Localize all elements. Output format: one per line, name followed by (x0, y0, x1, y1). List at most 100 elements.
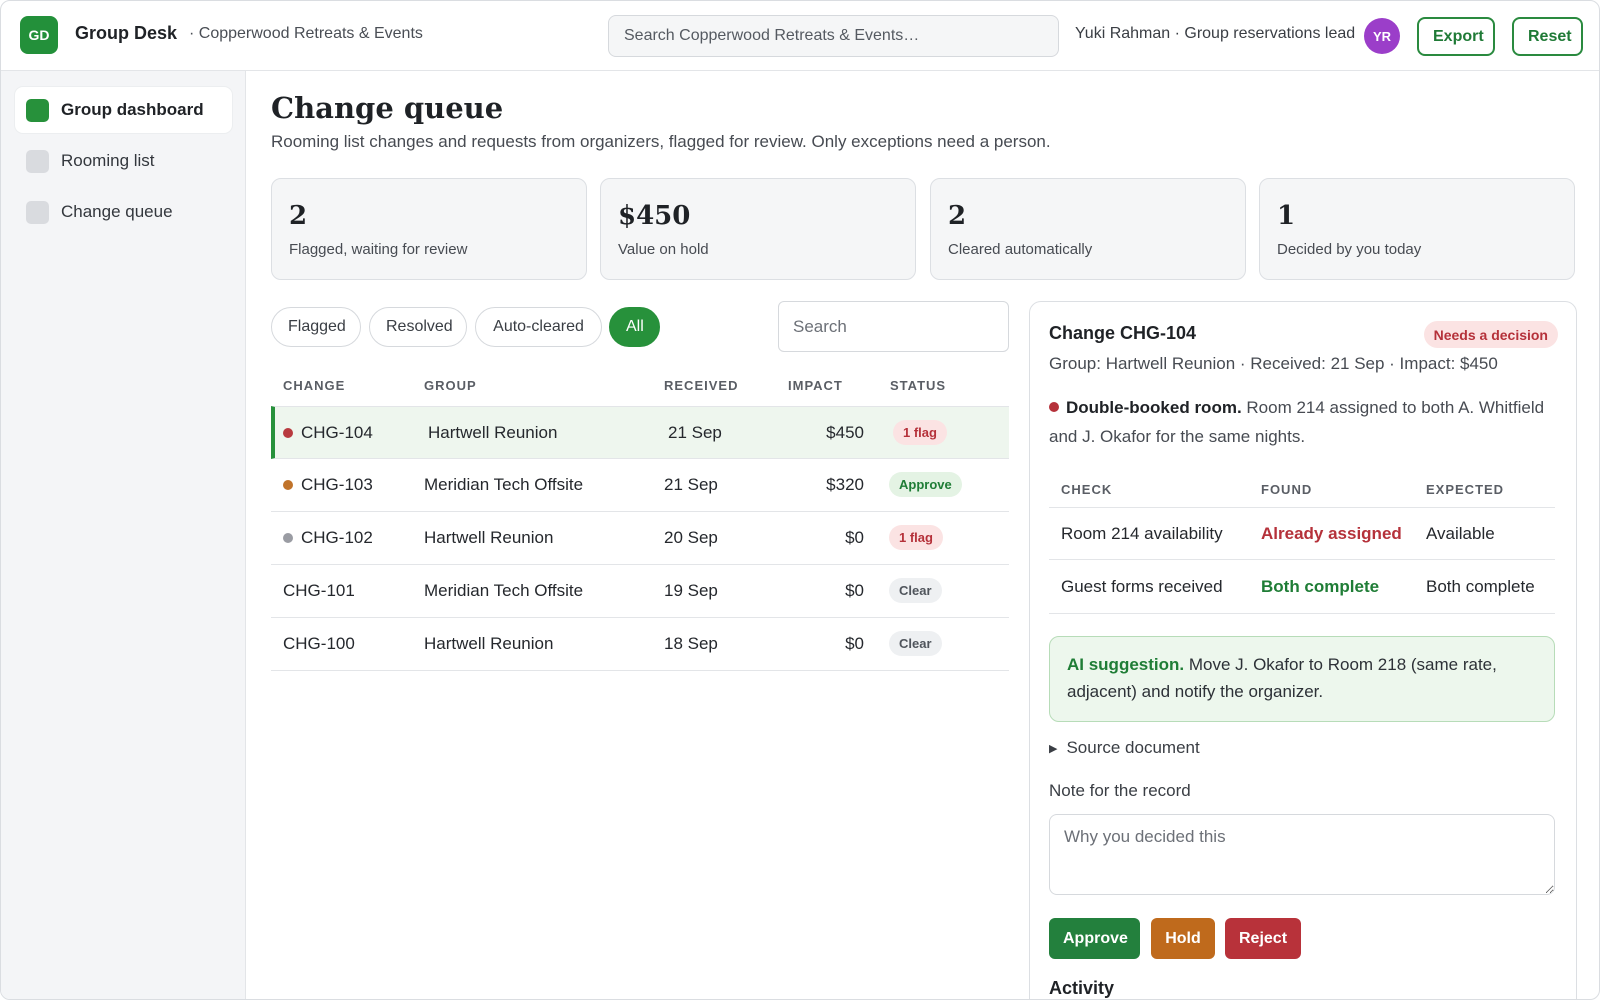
organization-name: · Copperwood Retreats & Events (189, 25, 423, 42)
decision-note-field[interactable] (1049, 814, 1555, 895)
change-id: CHG-103 (301, 475, 373, 494)
check-name: Guest forms received (1061, 577, 1223, 596)
check-column-check: CHECK (1061, 482, 1113, 497)
sidebar: Group dashboard Rooming list Change queu… (1, 71, 246, 999)
hold-button[interactable]: Hold (1151, 918, 1215, 959)
status-badge: Needs a decision (1423, 321, 1558, 348)
app-logo: GD (20, 16, 58, 54)
check-name: Room 214 availability (1061, 524, 1223, 543)
filter-auto-cleared[interactable]: Auto-cleared (475, 307, 602, 347)
detail-meta: Group: Hartwell Reunion · Received: 21 S… (1049, 354, 1498, 373)
reset-button[interactable]: Reset (1512, 17, 1583, 56)
change-id-cell: CHG-100 (283, 634, 355, 654)
status-badge: 1 flag (889, 525, 943, 550)
alert-dot-icon (1049, 402, 1059, 412)
change-id: CHG-100 (283, 634, 355, 653)
impact-cell: $320 (826, 475, 864, 494)
table-row[interactable]: CHG-104 Hartwell Reunion 21 Sep $450 1 flag (271, 406, 1009, 459)
source-document-label: Source document (1066, 738, 1200, 757)
stat-card-flagged: 2 Flagged, waiting for review (271, 178, 587, 280)
received-cell: 20 Sep (664, 528, 718, 547)
check-column-expected: EXPECTED (1426, 482, 1505, 497)
stat-value: 2 (948, 201, 967, 231)
group-cell: Hartwell Reunion (424, 528, 554, 547)
approve-button[interactable]: Approve (1049, 918, 1140, 959)
avatar[interactable]: YR (1364, 18, 1400, 54)
ai-suggestion: AI suggestion. Move J. Okafor to Room 21… (1049, 636, 1555, 722)
detail-title: Change CHG-104 (1049, 323, 1197, 343)
sidebar-item-change-queue[interactable]: Change queue (15, 189, 232, 235)
check-expected: Both complete (1426, 577, 1535, 596)
column-header-impact: IMPACT (788, 378, 843, 393)
check-found: Already assigned (1261, 524, 1402, 543)
status-dot-icon (283, 428, 293, 438)
status-dot-icon (283, 533, 293, 543)
group-cell: Hartwell Reunion (424, 634, 554, 653)
status-badge: Approve (889, 472, 962, 497)
sidebar-item-label: Change queue (61, 202, 173, 221)
ai-suggestion-label: AI suggestion. (1067, 655, 1185, 674)
reject-button[interactable]: Reject (1225, 918, 1301, 959)
change-id: CHG-101 (283, 581, 355, 600)
received-cell: 19 Sep (664, 581, 718, 600)
column-header-received: RECEIVED (664, 378, 739, 393)
export-button[interactable]: Export (1417, 17, 1495, 56)
change-id-cell: CHG-102 (283, 528, 373, 548)
table-search-input[interactable] (778, 301, 1009, 352)
sidebar-item-group-dashboard[interactable]: Group dashboard (15, 87, 232, 133)
impact-cell: $450 (826, 423, 864, 442)
impact-cell: $0 (845, 581, 864, 600)
rooming-list-icon (26, 149, 49, 173)
change-detail-panel: Change CHG-104 Needs a decision Group: H… (1029, 301, 1577, 999)
group-cell: Hartwell Reunion (428, 423, 558, 442)
change-id-cell: CHG-104 (283, 423, 373, 443)
change-id-cell: CHG-103 (283, 475, 373, 495)
current-user: Yuki Rahman · Group reservations lead (1075, 25, 1356, 42)
check-row: Room 214 availability Already assigned A… (1049, 507, 1555, 560)
sidebar-item-label: Group dashboard (61, 100, 204, 119)
change-id: CHG-102 (301, 528, 373, 547)
group-cell: Meridian Tech Offsite (424, 475, 584, 494)
column-header-status: STATUS (890, 378, 947, 393)
status-badge: Clear (889, 631, 942, 656)
table-row[interactable]: CHG-101 Meridian Tech Offsite 19 Sep $0 Clea… (271, 565, 1009, 618)
status-badge: Clear (889, 578, 942, 603)
stat-value: 2 (289, 201, 308, 231)
filter-resolved[interactable]: Resolved (369, 307, 467, 347)
table-row[interactable]: CHG-103 Meridian Tech Offsite 21 Sep $320 Ap… (271, 459, 1009, 512)
change-id-cell: CHG-101 (283, 581, 355, 601)
change-queue-icon (26, 200, 49, 224)
app-window: GD Group Desk · Copperwood Retreats & Ev… (0, 0, 1600, 1000)
source-document-toggle[interactable]: ▶ Source document (1049, 738, 1200, 758)
group-cell: Meridian Tech Offsite (424, 581, 584, 600)
filter-all[interactable]: All (609, 307, 660, 347)
check-row: Guest forms received Both complete Both … (1049, 561, 1555, 614)
impact-cell: $0 (845, 528, 864, 547)
impact-cell: $0 (845, 634, 864, 653)
global-search-input[interactable] (608, 15, 1059, 57)
stat-label: Decided by you today (1277, 241, 1422, 258)
note-label: Note for the record (1049, 781, 1191, 800)
sidebar-item-label: Rooming list (61, 151, 155, 170)
sidebar-item-rooming-list[interactable]: Rooming list (15, 138, 232, 184)
stat-card-value-on-hold: $450 Value on hold (600, 178, 916, 280)
status-badge: 1 flag (893, 420, 947, 445)
stat-label: Cleared automatically (948, 241, 1093, 258)
check-expected: Available (1426, 524, 1495, 543)
app-brand: Group Desk (75, 23, 178, 43)
stat-value: $450 (618, 201, 691, 231)
filter-flagged[interactable]: Flagged (271, 307, 361, 347)
issue-title: Double-booked room. (1066, 398, 1242, 417)
received-cell: 21 Sep (664, 475, 718, 494)
received-cell: 18 Sep (664, 634, 718, 653)
column-header-change: CHANGE (283, 378, 346, 393)
stat-value: 1 (1277, 201, 1296, 231)
issue-description: Double-booked room. Room 214 assigned to… (1049, 393, 1554, 451)
status-dot-icon (283, 480, 293, 490)
table-row[interactable]: CHG-102 Hartwell Reunion 20 Sep $0 1 flag (271, 512, 1009, 565)
stat-label: Value on hold (618, 241, 709, 258)
stat-card-decided: 1 Decided by you today (1259, 178, 1575, 280)
top-bar: GD Group Desk · Copperwood Retreats & Ev… (1, 1, 1599, 71)
table-row[interactable]: CHG-100 Hartwell Reunion 18 Sep $0 Clear (271, 618, 1009, 671)
activity-heading: Activity (1049, 978, 1115, 998)
